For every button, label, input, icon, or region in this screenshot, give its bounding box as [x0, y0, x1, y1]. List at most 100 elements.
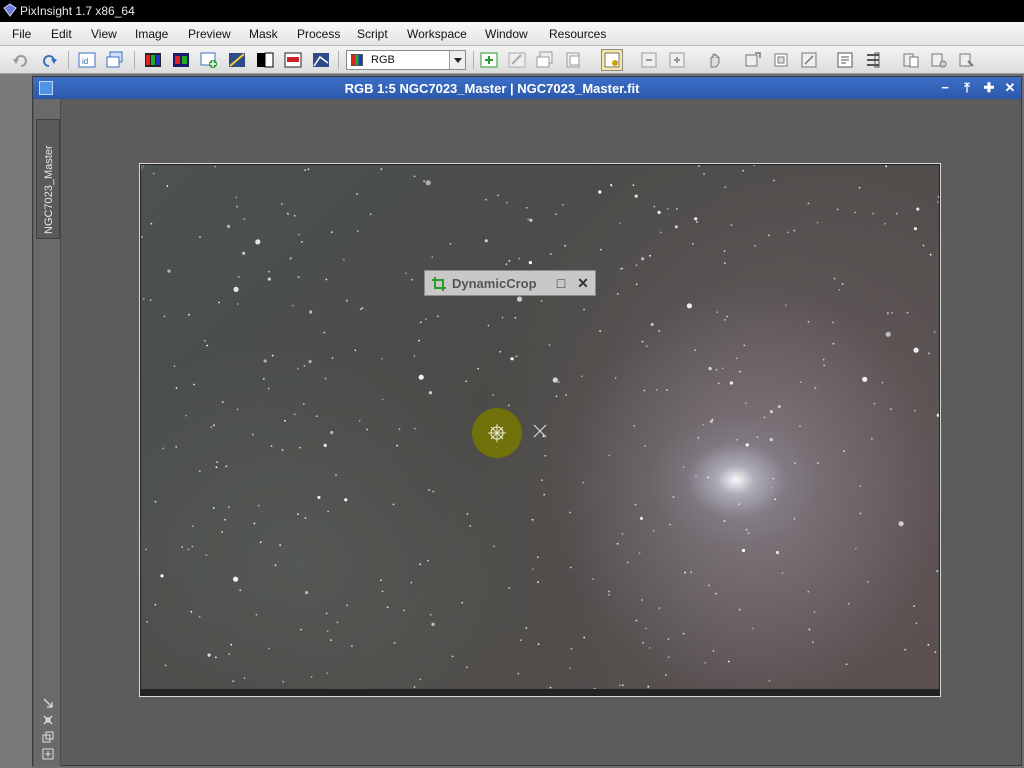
star [431, 256, 434, 258]
menu-image[interactable]: Image [135, 27, 168, 41]
view-explorer-icon[interactable] [958, 51, 976, 69]
star [872, 212, 874, 215]
star [934, 651, 937, 654]
star [580, 375, 583, 378]
star [648, 647, 651, 649]
color-space-icon[interactable] [172, 51, 190, 69]
format-explorer-icon[interactable] [930, 51, 948, 69]
dynamic-crop-panel[interactable]: DynamicCrop □ ✕ [424, 270, 596, 296]
star [145, 548, 147, 551]
star [657, 210, 661, 214]
star [845, 663, 848, 666]
crosshair-cursor-icon [488, 424, 506, 442]
star [862, 376, 868, 382]
menu-script[interactable]: Script [357, 27, 388, 41]
maximize-icon[interactable]: □ [553, 275, 569, 291]
star [913, 605, 915, 607]
menu-file[interactable]: File [12, 27, 31, 41]
edit-preview-icon[interactable] [508, 51, 526, 69]
star [891, 312, 893, 314]
star [499, 350, 502, 353]
zoom-one-icon[interactable] [800, 51, 818, 69]
star [726, 315, 728, 318]
star [413, 354, 416, 357]
identifier-icon[interactable]: id [78, 51, 96, 69]
undo-icon[interactable] [12, 51, 30, 69]
pixinsight-logo-icon [3, 3, 17, 17]
clone-image-icon[interactable] [106, 51, 124, 69]
copy-preview-icon[interactable] [536, 51, 554, 69]
zoom-in-icon[interactable] [668, 51, 686, 69]
star [544, 454, 547, 457]
star [477, 367, 480, 370]
add-view-icon[interactable] [42, 748, 54, 760]
screen-transfer-icon[interactable] [228, 51, 246, 69]
menu-mask[interactable]: Mask [249, 27, 278, 41]
star [358, 419, 361, 422]
copy-view-icon[interactable] [42, 731, 54, 743]
menu-resources[interactable]: Resources [549, 27, 606, 41]
star [336, 621, 339, 624]
maximize-icon[interactable]: ✚ [981, 80, 997, 96]
history-explorer-icon[interactable] [902, 51, 920, 69]
crosshair-icon[interactable] [42, 714, 54, 726]
star [569, 511, 571, 514]
dynamic-crop-mode-icon[interactable] [601, 49, 623, 71]
pan-icon[interactable] [706, 51, 724, 69]
arrow-down-right-icon[interactable] [42, 697, 54, 709]
star [904, 648, 907, 651]
star [487, 324, 490, 327]
star [881, 381, 884, 384]
star [838, 289, 841, 291]
star [543, 493, 546, 496]
paste-preview-icon[interactable] [564, 51, 582, 69]
zoom-fit-icon[interactable] [772, 51, 790, 69]
star [598, 190, 602, 194]
star [466, 513, 469, 515]
app-title: PixInsight 1.7 x86_64 [20, 4, 135, 18]
minimize-icon[interactable]: − [937, 80, 953, 96]
menu-window[interactable]: Window [485, 27, 528, 41]
star [743, 344, 746, 347]
mask-icon[interactable] [284, 51, 302, 69]
star [738, 503, 741, 506]
fit-view-icon[interactable] [744, 51, 762, 69]
menu-edit[interactable]: Edit [51, 27, 72, 41]
close-icon[interactable]: ✕ [1002, 80, 1018, 96]
rgb-channels-icon[interactable] [144, 51, 162, 69]
new-image-icon[interactable] [200, 51, 218, 69]
star [616, 542, 619, 545]
menu-view[interactable]: View [91, 27, 117, 41]
new-preview-icon[interactable] [480, 51, 498, 69]
process-console-icon[interactable] [836, 51, 854, 69]
star [884, 222, 886, 225]
menu-process[interactable]: Process [297, 27, 340, 41]
star [432, 490, 435, 493]
shade-icon[interactable]: ⤒ [959, 80, 975, 96]
star [233, 286, 239, 292]
star [199, 236, 201, 238]
star [626, 561, 629, 564]
menu-preview[interactable]: Preview [188, 27, 231, 41]
histogram-icon[interactable] [312, 51, 330, 69]
star [773, 179, 775, 182]
star [608, 593, 610, 596]
star [449, 242, 452, 245]
image-window-titlebar[interactable]: RGB 1:5 NGC7023_Master | NGC7023_Master.… [33, 77, 1021, 99]
channel-select[interactable]: RGB [346, 50, 466, 70]
star [323, 443, 327, 447]
invert-icon[interactable] [256, 51, 274, 69]
star [565, 394, 568, 396]
zoom-out-icon[interactable] [640, 51, 658, 69]
chevron-down-icon[interactable] [449, 51, 465, 69]
star [232, 680, 235, 683]
menu-workspace[interactable]: Workspace [407, 27, 467, 41]
close-icon[interactable]: ✕ [575, 275, 591, 291]
star [652, 529, 655, 532]
star [736, 438, 738, 441]
redo-icon[interactable] [40, 51, 58, 69]
view-tab[interactable]: NGC7023_Master [36, 119, 60, 239]
star [814, 387, 817, 389]
star [282, 680, 285, 683]
process-explorer-icon[interactable] [864, 51, 882, 69]
